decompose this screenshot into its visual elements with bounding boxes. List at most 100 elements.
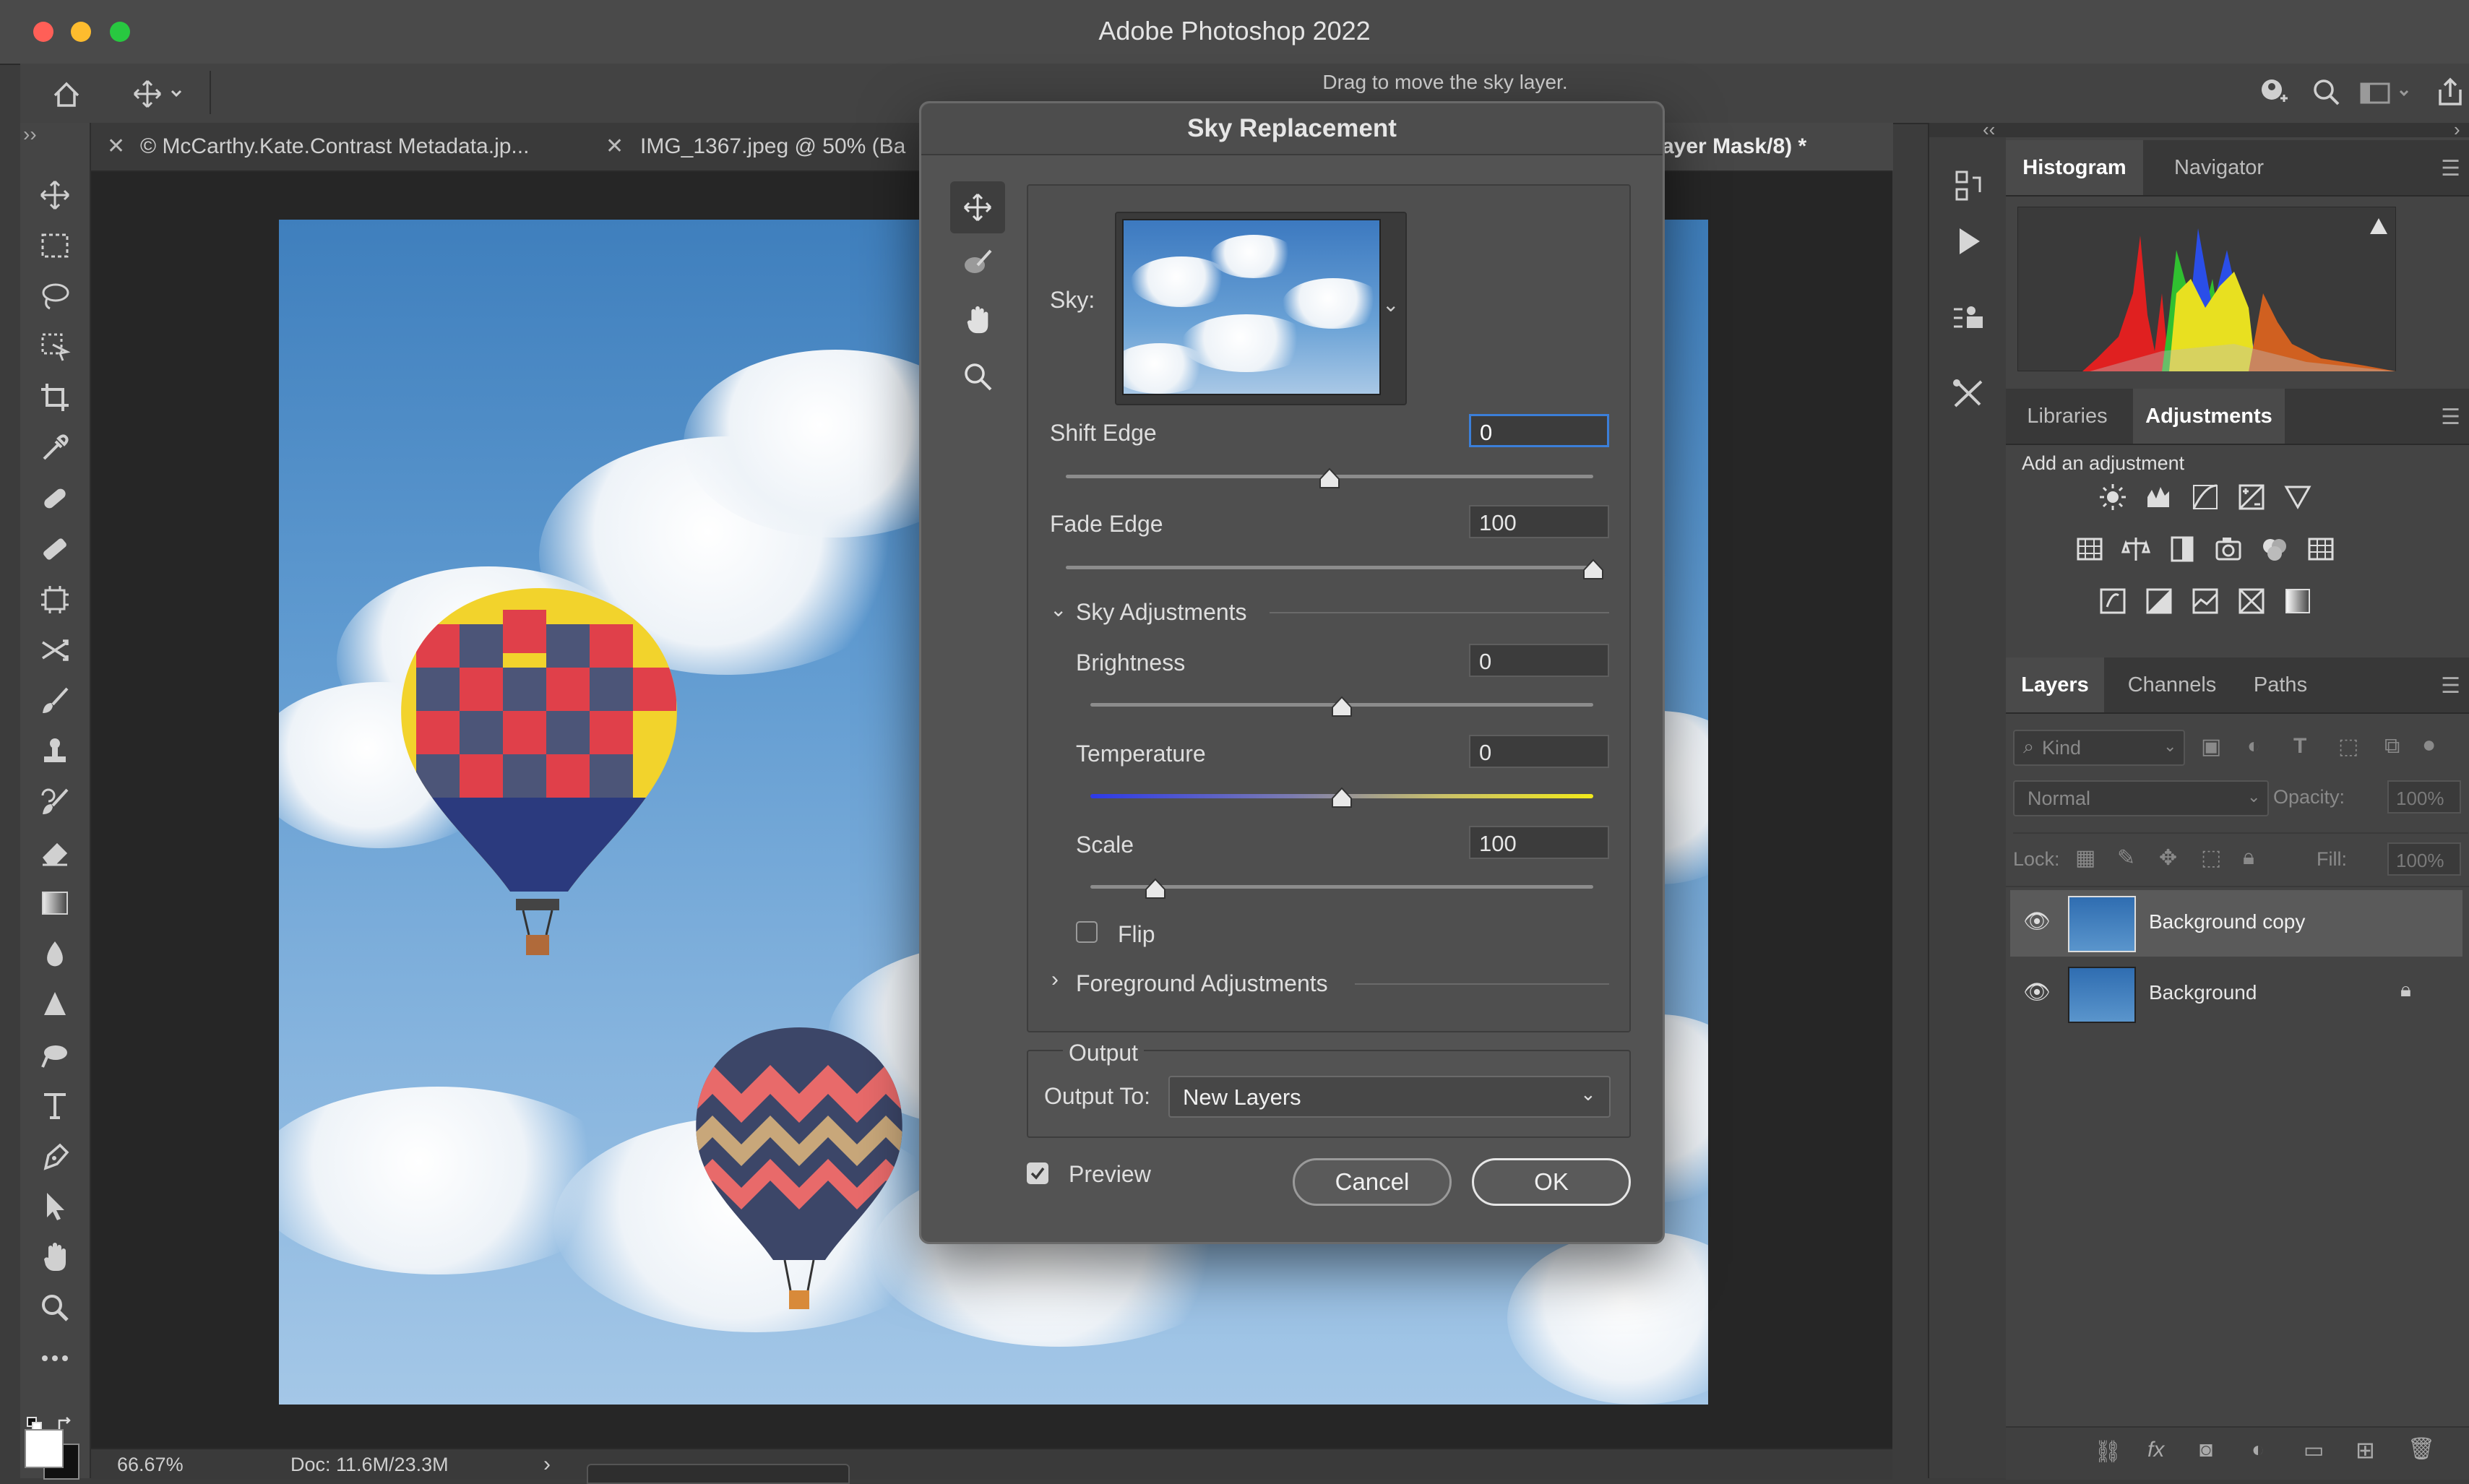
user-icon[interactable] (2253, 72, 2293, 113)
type-tool-icon[interactable] (35, 1085, 75, 1126)
sharpen-tool-icon[interactable] (35, 984, 75, 1024)
share-icon[interactable] (2430, 72, 2469, 113)
exposure-icon[interactable] (2236, 481, 2267, 513)
hand-tool-icon[interactable] (35, 1237, 75, 1277)
foreground-adjustments-chevron-icon[interactable]: › (1051, 967, 1059, 992)
sky-adjustments-header[interactable]: Sky Adjustments (1076, 599, 1247, 626)
panel-menu-icon[interactable]: ☰ (2441, 673, 2460, 699)
gradient-tool-icon[interactable] (35, 883, 75, 923)
pen-tool-icon[interactable] (35, 1136, 75, 1176)
layer-row-background-copy[interactable]: 👁︎ Background copy (2010, 890, 2462, 957)
expand-toolbar-icon[interactable]: ›› (23, 123, 37, 146)
frame-tool-icon[interactable] (35, 579, 75, 620)
healing-brush-tool-icon[interactable] (35, 529, 75, 569)
marquee-tool-icon[interactable] (35, 225, 75, 266)
foreground-adjustments-header[interactable]: Foreground Adjustments (1076, 970, 1328, 997)
path-selection-tool-icon[interactable] (35, 1186, 75, 1227)
flip-checkbox[interactable] (1076, 921, 1098, 943)
lock-position-icon[interactable]: ✥ (2159, 845, 2177, 871)
crop-tool-icon[interactable] (35, 377, 75, 418)
channel-mixer-icon[interactable] (2259, 533, 2291, 565)
fill-field[interactable]: 100% (2387, 842, 2461, 876)
lock-transparent-icon[interactable]: ▦ (2075, 845, 2095, 871)
sky-adjustments-chevron-icon[interactable]: ⌄ (1050, 598, 1067, 621)
visibility-eye-icon[interactable]: 👁︎ (2023, 980, 2051, 1005)
lock-artboard-icon[interactable]: ⬚ (2201, 845, 2221, 871)
lasso-tool-icon[interactable] (35, 276, 75, 316)
opacity-field[interactable]: 100% (2387, 780, 2461, 814)
lock-image-icon[interactable]: ✎ (2117, 845, 2135, 871)
sky-hand-tool-icon[interactable] (950, 294, 1005, 346)
gradient-map-icon[interactable] (2282, 585, 2314, 617)
spot-healing-tool-icon[interactable] (35, 478, 75, 519)
search-icon[interactable] (2306, 72, 2347, 113)
color-balance-icon[interactable] (2120, 533, 2152, 565)
history-brush-tool-icon[interactable] (35, 782, 75, 822)
link-layers-icon[interactable]: ⛓︎ (2094, 1439, 2121, 1464)
curves-icon[interactable] (2189, 481, 2221, 513)
tab-active-document[interactable]: ayer Mask/8) * (1659, 123, 1893, 171)
color-lookup-icon[interactable] (2305, 533, 2337, 565)
tab-libraries[interactable]: Libraries (2006, 389, 2129, 444)
panel-menu-icon[interactable]: ☰ (2441, 405, 2460, 430)
pixel-filter-icon[interactable]: ▣ (2201, 734, 2221, 759)
selective-color-icon[interactable] (2236, 585, 2267, 617)
new-adjustment-icon[interactable]: ◐ (2252, 1438, 2265, 1462)
history-icon[interactable] (1948, 166, 1988, 207)
visibility-eye-icon[interactable]: 👁︎ (2023, 909, 2051, 934)
type-filter-icon[interactable]: T (2293, 734, 2306, 759)
sky-picker[interactable]: ⌄ (1115, 212, 1407, 405)
fx-icon[interactable]: fx (2147, 1438, 2164, 1462)
lock-all-icon[interactable]: 🔒︎ (2243, 845, 2254, 870)
hue-saturation-icon[interactable] (2074, 533, 2106, 565)
clone-stamp-tool-icon[interactable] (35, 731, 75, 772)
layer-row-background[interactable]: 👁︎ Background 🔒︎ (2010, 961, 2462, 1027)
temperature-input[interactable]: 0 (1469, 735, 1609, 768)
tab-channels[interactable]: Channels (2114, 657, 2230, 712)
threshold-icon[interactable] (2189, 585, 2221, 617)
properties-icon[interactable] (1948, 299, 1988, 340)
blur-tool-icon[interactable] (35, 933, 75, 974)
adjustment-filter-icon[interactable]: ◐ (2247, 734, 2260, 759)
brightness-contrast-icon[interactable] (2097, 481, 2129, 513)
fade-edge-slider-track[interactable] (1066, 566, 1593, 569)
sky-zoom-tool-icon[interactable] (950, 350, 1005, 402)
posterize-icon[interactable] (2143, 585, 2175, 617)
sky-move-tool-icon[interactable] (950, 181, 1005, 233)
output-to-select[interactable]: New Layers ⌄ (1168, 1076, 1611, 1118)
zoom-tool-icon[interactable] (35, 1287, 75, 1328)
new-group-icon[interactable]: ▭ (2304, 1438, 2324, 1463)
chevron-down-icon[interactable]: ⌄ (1382, 293, 1399, 316)
sky-brush-tool-icon[interactable] (950, 238, 1005, 290)
tab-histogram[interactable]: Histogram (2006, 140, 2143, 195)
tab-paths[interactable]: Paths (2237, 657, 2324, 712)
tools-options-icon[interactable] (1948, 374, 1988, 415)
workspace-icon[interactable] (2354, 72, 2419, 113)
levels-icon[interactable] (2143, 481, 2175, 513)
status-menu-arrow-icon[interactable]: › (543, 1452, 551, 1477)
scale-input[interactable]: 100 (1469, 826, 1609, 859)
brush-tool-icon[interactable] (35, 681, 75, 721)
vibrance-icon[interactable] (2282, 481, 2314, 513)
panel-menu-icon[interactable]: ☰ (2441, 156, 2460, 181)
tab-mccarthy[interactable]: © McCarthy.Kate.Contrast Metadata.jp... (140, 123, 675, 171)
preview-checkbox[interactable] (1027, 1162, 1048, 1184)
object-selection-tool-icon[interactable] (35, 327, 75, 367)
blend-mode-select[interactable]: Normal ⌄ (2013, 780, 2269, 816)
layer-kind-filter[interactable]: ⌕ Kind ⌄ (2013, 730, 2185, 766)
shift-edge-input[interactable]: 0 (1469, 414, 1609, 447)
zoom-level[interactable]: 66.67% (117, 1454, 184, 1476)
move-tool-preset-icon[interactable] (127, 74, 189, 114)
close-tab-icon[interactable]: ✕ (606, 123, 624, 171)
tab-layers[interactable]: Layers (2006, 657, 2104, 712)
close-tab-icon[interactable]: ✕ (107, 123, 125, 171)
foreground-color-swatch[interactable] (25, 1429, 64, 1468)
cancel-button[interactable]: Cancel (1293, 1158, 1452, 1206)
fade-edge-input[interactable]: 100 (1469, 505, 1609, 538)
collapse-strip-icon[interactable]: ‹‹ (1983, 118, 1995, 141)
add-mask-icon[interactable]: ◙ (2199, 1438, 2212, 1462)
new-layer-icon[interactable]: ⊞ (2356, 1436, 2375, 1464)
shape-filter-icon[interactable]: ⬚ (2338, 734, 2358, 759)
move-tool-icon[interactable] (35, 175, 75, 215)
ok-button[interactable]: OK (1472, 1158, 1631, 1206)
